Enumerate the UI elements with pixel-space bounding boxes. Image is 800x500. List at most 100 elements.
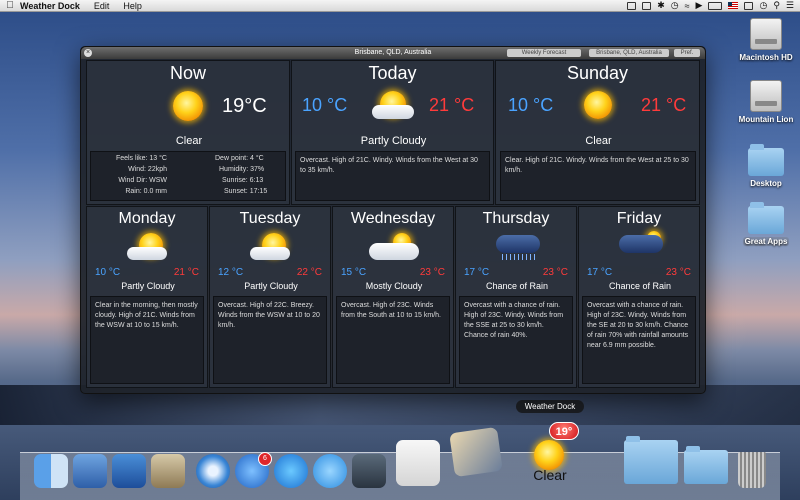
forecast-high: 23 °C [542,267,568,278]
menu-extras: ✱ ◷ ≈ ▶ ◷ ⚲ ☰ [627,0,800,11]
forecast-type-field[interactable]: Weekly Forecast [507,49,581,57]
itunes-icon[interactable] [274,454,308,488]
forecast-condition: Partly Cloudy [244,281,298,291]
maps-icon[interactable] [396,440,440,486]
mail-icon[interactable] [151,454,185,488]
airplay-icon[interactable] [627,1,637,10]
menu-help[interactable]: Help [123,1,142,11]
today-low: 10 °C [302,95,348,115]
forecast-condition: Mostly Cloudy [365,281,423,291]
forecast-day-name: Monday [118,210,176,227]
apple-icon[interactable]:  [0,0,20,11]
rain-drops-decoration [502,254,536,260]
weather-dock-label: Clear [533,467,567,483]
downloads-folder-icon[interactable] [684,446,728,484]
today-title: Today [368,63,417,83]
wind-label: Wind: [128,166,146,173]
cloud-decoration [369,243,419,260]
forecast-day-name: Friday [616,210,662,227]
window-title: Brisbane, QLD, Australia [354,49,432,56]
forecast-high: 21 °C [173,267,199,278]
wind-dir-value: WSW [149,177,167,184]
weather-temp-badge: 19° [549,422,579,440]
forecast-low: 10 °C [95,267,121,278]
rain-value: 0.0 mm [143,188,167,195]
rain-label: Rain: [125,188,142,195]
weather-dock-sun-icon[interactable] [534,440,564,470]
input-source-flag-icon[interactable] [728,2,739,9]
desktop-icon-macintosh-hd[interactable]: Macintosh HD [731,18,800,62]
forecast-high: 23 °C [665,267,691,278]
facetime-icon[interactable] [352,454,386,488]
rain-cloud-icon [619,235,663,253]
forecast-condition: Chance of Rain [608,281,672,291]
desktop-icon-great-apps[interactable]: Great Apps [731,202,800,246]
bluetooth-icon[interactable]: ✱ [657,0,665,11]
desktop-icon-label: Great Apps [742,237,790,246]
time-machine-icon[interactable]: ◷ [671,0,679,11]
forecast-low: 12 °C [218,267,244,278]
close-icon[interactable]: × [84,49,92,57]
forecast-condition: Partly Cloudy [121,281,175,291]
rain-cloud-icon [496,235,540,253]
forecast-day-name: Thursday [482,210,550,227]
sunday-high: 21 °C [641,95,687,115]
sun-icon [173,91,203,121]
forecast-high: 22 °C [296,267,322,278]
humidity-value: 37% [250,166,265,173]
forecast-description: Overcast with a chance of rain. High of … [459,296,573,384]
ios-simulator-icon[interactable] [112,454,146,488]
menu-app-name[interactable]: Weather Dock [20,1,80,11]
sunset-label: Sunset: [224,188,248,195]
forecast-description: Overcast. High of 22C. Breezy. Winds fro… [213,296,327,384]
folder-icon [748,202,784,234]
now-temperature: 19°C [222,95,267,117]
forecast-day-name: Tuesday [239,210,301,227]
desktop-icon-label: Mountain Lion [738,115,794,124]
menu-bar:  Weather Dock Edit Help ✱ ◷ ≈ ▶ ◷ ⚲ ☰ [0,0,800,12]
finder-icon[interactable] [34,454,68,488]
messages-icon[interactable] [313,454,347,488]
photos-icon[interactable] [449,426,503,478]
cloud-decoration [372,105,414,119]
user-icon[interactable] [744,1,754,10]
volume-icon[interactable]: ▶ [696,0,703,11]
sunday-condition: Clear [585,135,612,147]
safari-icon[interactable] [196,454,230,488]
desktop-icon-label: Desktop [750,179,782,188]
now-details: Feels like: 13 °C Wind: 22kph Wind Dir: … [90,151,286,201]
sunset-value: 17:15 [249,188,268,195]
dew-point-label: Dew point: [215,155,249,162]
forecast-description: Overcast with a chance of rain. High of … [582,296,696,384]
applications-folder-icon[interactable] [624,436,678,484]
spotlight-icon[interactable]: ⚲ [773,0,780,11]
cloud-decoration [127,247,167,260]
feels-like-label: Feels like: [115,155,148,162]
sunday-title: Sunday [566,63,629,83]
sun-icon [584,91,612,119]
app-store-badge: 6 [258,452,272,466]
preferences-button[interactable]: Pref. [674,49,700,57]
dock-tooltip: Weather Dock [516,400,584,413]
forecast-description: Clear in the morning, then mostly cloudy… [90,296,204,384]
dew-point-value: 4 °C [250,155,264,162]
sunrise-label: Sunrise: [222,177,248,184]
desktop-icon-mountain-lion[interactable]: Mountain Lion [731,80,800,124]
vpn-icon[interactable] [642,1,652,10]
today-description: Overcast. High of 21C. Windy. Winds from… [295,151,490,201]
battery-icon[interactable] [708,1,723,10]
location-field[interactable]: Brisbane, QLD, Australia [589,49,669,57]
now-condition: Clear [175,135,203,147]
sunrise-value: 6:13 [249,177,264,184]
xcode-icon[interactable] [73,454,107,488]
desktop-icon-desktop[interactable]: Desktop [731,144,800,188]
wind-value: 22kph [147,166,167,173]
forecast-low: 17 °C [464,267,490,278]
wifi-icon[interactable]: ≈ [685,1,690,11]
notification-center-icon[interactable]: ☰ [786,0,794,11]
forecast-condition: Chance of Rain [485,281,549,291]
menu-edit[interactable]: Edit [94,1,110,11]
clock-icon[interactable]: ◷ [759,0,767,11]
trash-icon[interactable] [738,452,766,488]
wind-dir-label: Wind Dir: [118,177,148,184]
